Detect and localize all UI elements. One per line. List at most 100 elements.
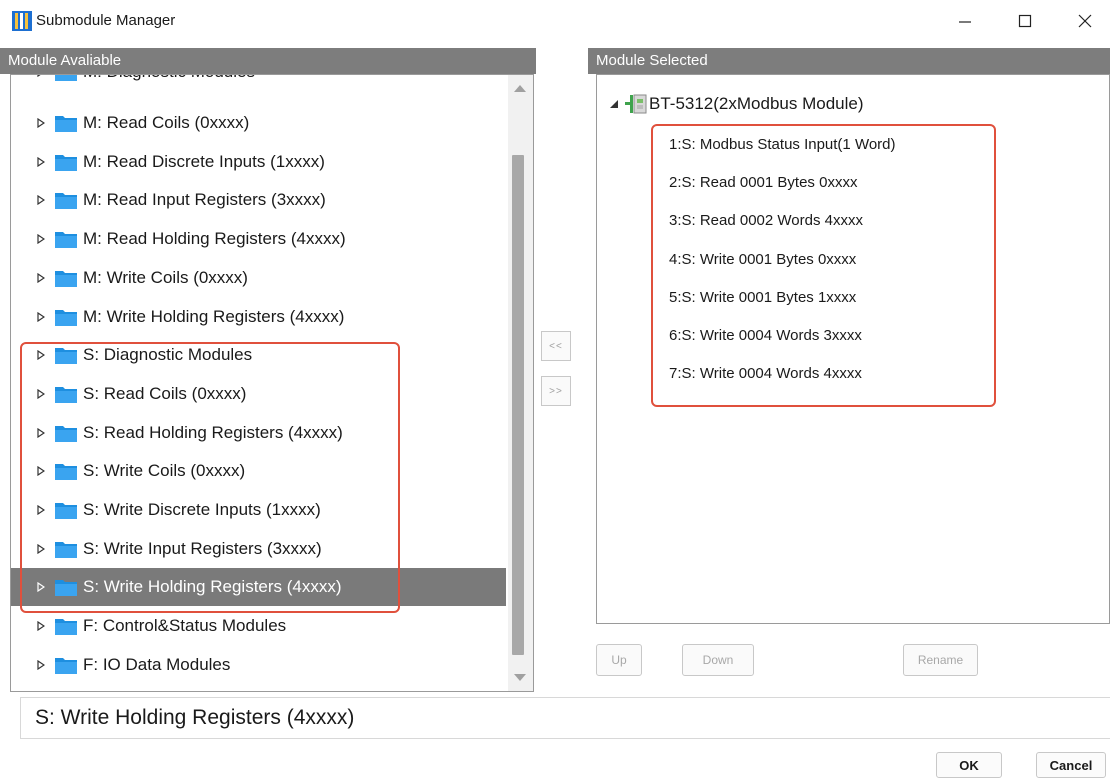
folder-icon [55,580,77,596]
close-icon [1078,14,1092,28]
remove-module-button[interactable]: << [541,331,571,361]
tree-item-label: S: Write Holding Registers (4xxxx) [83,577,342,596]
close-button[interactable] [1062,0,1108,42]
vertical-scrollbar[interactable] [508,75,533,691]
folder-icon [55,658,77,674]
folder-icon [55,348,77,364]
tree-item[interactable]: F: IO Data Modules [11,646,506,684]
tree-item-label: M: Diagnostic Modules [83,75,255,82]
selected-modules-header: Module Selected [588,48,1110,74]
expand-arrow-icon[interactable] [37,75,47,77]
root-node[interactable]: BT-5312(2xModbus Module) [609,91,864,117]
folder-icon [55,387,77,403]
scrollbar-thumb[interactable] [512,155,524,655]
tree-item[interactable]: M: Read Discrete Inputs (1xxxx) [11,143,506,181]
selected-module-item[interactable]: 6:S: Write 0004 Words 3xxxx [669,320,862,350]
title-bar: Submodule Manager [0,0,1110,42]
folder-icon [55,193,77,209]
expand-arrow-icon[interactable] [37,350,47,360]
folder-icon [55,155,77,171]
expand-arrow-icon[interactable] [37,234,47,244]
tree-item-label: M: Read Discrete Inputs (1xxxx) [83,152,325,171]
tree-item-label: S: Write Coils (0xxxx) [83,461,246,480]
tree-item-label: F: Control&Status Modules [83,616,287,635]
folder-icon [55,619,77,635]
selected-module-item[interactable]: 1:S: Modbus Status Input(1 Word) [669,129,896,159]
tree-item-label: S: Read Holding Registers (4xxxx) [83,423,343,442]
selected-module-item[interactable]: 3:S: Read 0002 Words 4xxxx [669,205,863,235]
folder-icon [55,75,77,81]
window-title: Submodule Manager [36,12,176,29]
expand-arrow-icon[interactable] [37,118,47,128]
minimize-button[interactable] [942,0,988,42]
up-button[interactable]: Up [596,644,642,676]
expand-arrow-icon[interactable] [37,582,47,592]
tree-item[interactable]: S: Write Coils (0xxxx) [11,452,506,490]
folder-icon [55,232,77,248]
selected-module-item[interactable]: 5:S: Write 0001 Bytes 1xxxx [669,282,856,312]
tree-item[interactable]: M: Write Holding Registers (4xxxx) [11,298,506,336]
folder-icon [55,271,77,287]
tree-item-label: S: Read Coils (0xxxx) [83,384,247,403]
tree-item[interactable]: M: Diagnostic Modules [11,75,506,91]
expand-arrow-icon[interactable] [37,428,47,438]
collapse-arrow-icon[interactable] [609,99,619,109]
folder-icon [55,503,77,519]
tree-item[interactable]: S: Write Input Registers (3xxxx) [11,530,506,568]
add-module-button[interactable]: >> [541,376,571,406]
folder-icon [55,464,77,480]
selected-modules-tree[interactable]: BT-5312(2xModbus Module) 1:S: Modbus Sta… [596,74,1110,624]
ok-button[interactable]: OK [936,752,1002,778]
expand-arrow-icon[interactable] [37,466,47,476]
expand-arrow-icon[interactable] [37,621,47,631]
expand-arrow-icon[interactable] [37,389,47,399]
folder-icon [55,310,77,326]
down-button[interactable]: Down [682,644,754,676]
expand-arrow-icon[interactable] [37,544,47,554]
folder-icon [55,426,77,442]
tree-item-label: M: Read Coils (0xxxx) [83,113,250,132]
maximize-icon [1018,14,1032,28]
selected-module-item[interactable]: 7:S: Write 0004 Words 4xxxx [669,358,862,388]
module-device-icon [625,94,647,114]
selected-module-item[interactable]: 4:S: Write 0001 Bytes 0xxxx [669,244,856,274]
app-icon [12,11,32,31]
selected-module-field: S: Write Holding Registers (4xxxx) [20,697,1110,739]
rename-button[interactable]: Rename [903,644,978,676]
available-modules-header: Module Avaliable [0,48,536,74]
tree-item-label: M: Write Coils (0xxxx) [83,268,248,287]
scroll-down-icon[interactable] [514,674,526,681]
scroll-up-icon[interactable] [514,85,526,92]
folder-icon [55,542,77,558]
expand-arrow-icon[interactable] [37,312,47,322]
tree-item[interactable]: S: Write Discrete Inputs (1xxxx) [11,491,506,529]
expand-arrow-icon[interactable] [37,505,47,515]
tree-item[interactable]: M: Read Holding Registers (4xxxx) [11,220,506,258]
selected-module-item[interactable]: 2:S: Read 0001 Bytes 0xxxx [669,167,857,197]
tree-item[interactable]: M: Write Coils (0xxxx) [11,259,506,297]
tree-item[interactable]: S: Read Holding Registers (4xxxx) [11,414,506,452]
expand-arrow-icon[interactable] [37,157,47,167]
root-node-label: BT-5312(2xModbus Module) [649,94,864,113]
tree-item-label: S: Write Input Registers (3xxxx) [83,539,322,558]
tree-item-label: S: Diagnostic Modules [83,345,253,364]
tree-item[interactable]: S: Diagnostic Modules [11,336,506,374]
tree-item-label: M: Write Holding Registers (4xxxx) [83,307,345,326]
tree-item[interactable]: F: Control&Status Modules [11,607,506,645]
cancel-button[interactable]: Cancel [1036,752,1106,778]
expand-arrow-icon[interactable] [37,273,47,283]
maximize-button[interactable] [1002,0,1048,42]
expand-arrow-icon[interactable] [37,195,47,205]
tree-item[interactable]: S: Read Coils (0xxxx) [11,375,506,413]
folder-icon [55,116,77,132]
minimize-icon [959,21,971,23]
tree-item-label: M: Read Holding Registers (4xxxx) [83,229,346,248]
tree-item-label: F: IO Data Modules [83,655,231,674]
tree-item-label: S: Write Discrete Inputs (1xxxx) [83,500,321,519]
tree-item-selected[interactable]: S: Write Holding Registers (4xxxx) [11,568,506,606]
available-modules-tree[interactable]: M: Diagnostic Modules M: Read Coils (0xx… [10,74,534,692]
expand-arrow-icon[interactable] [37,660,47,670]
tree-item[interactable]: M: Read Input Registers (3xxxx) [11,181,506,219]
tree-item[interactable]: M: Read Coils (0xxxx) [11,104,506,142]
tree-item-label: M: Read Input Registers (3xxxx) [83,190,326,209]
